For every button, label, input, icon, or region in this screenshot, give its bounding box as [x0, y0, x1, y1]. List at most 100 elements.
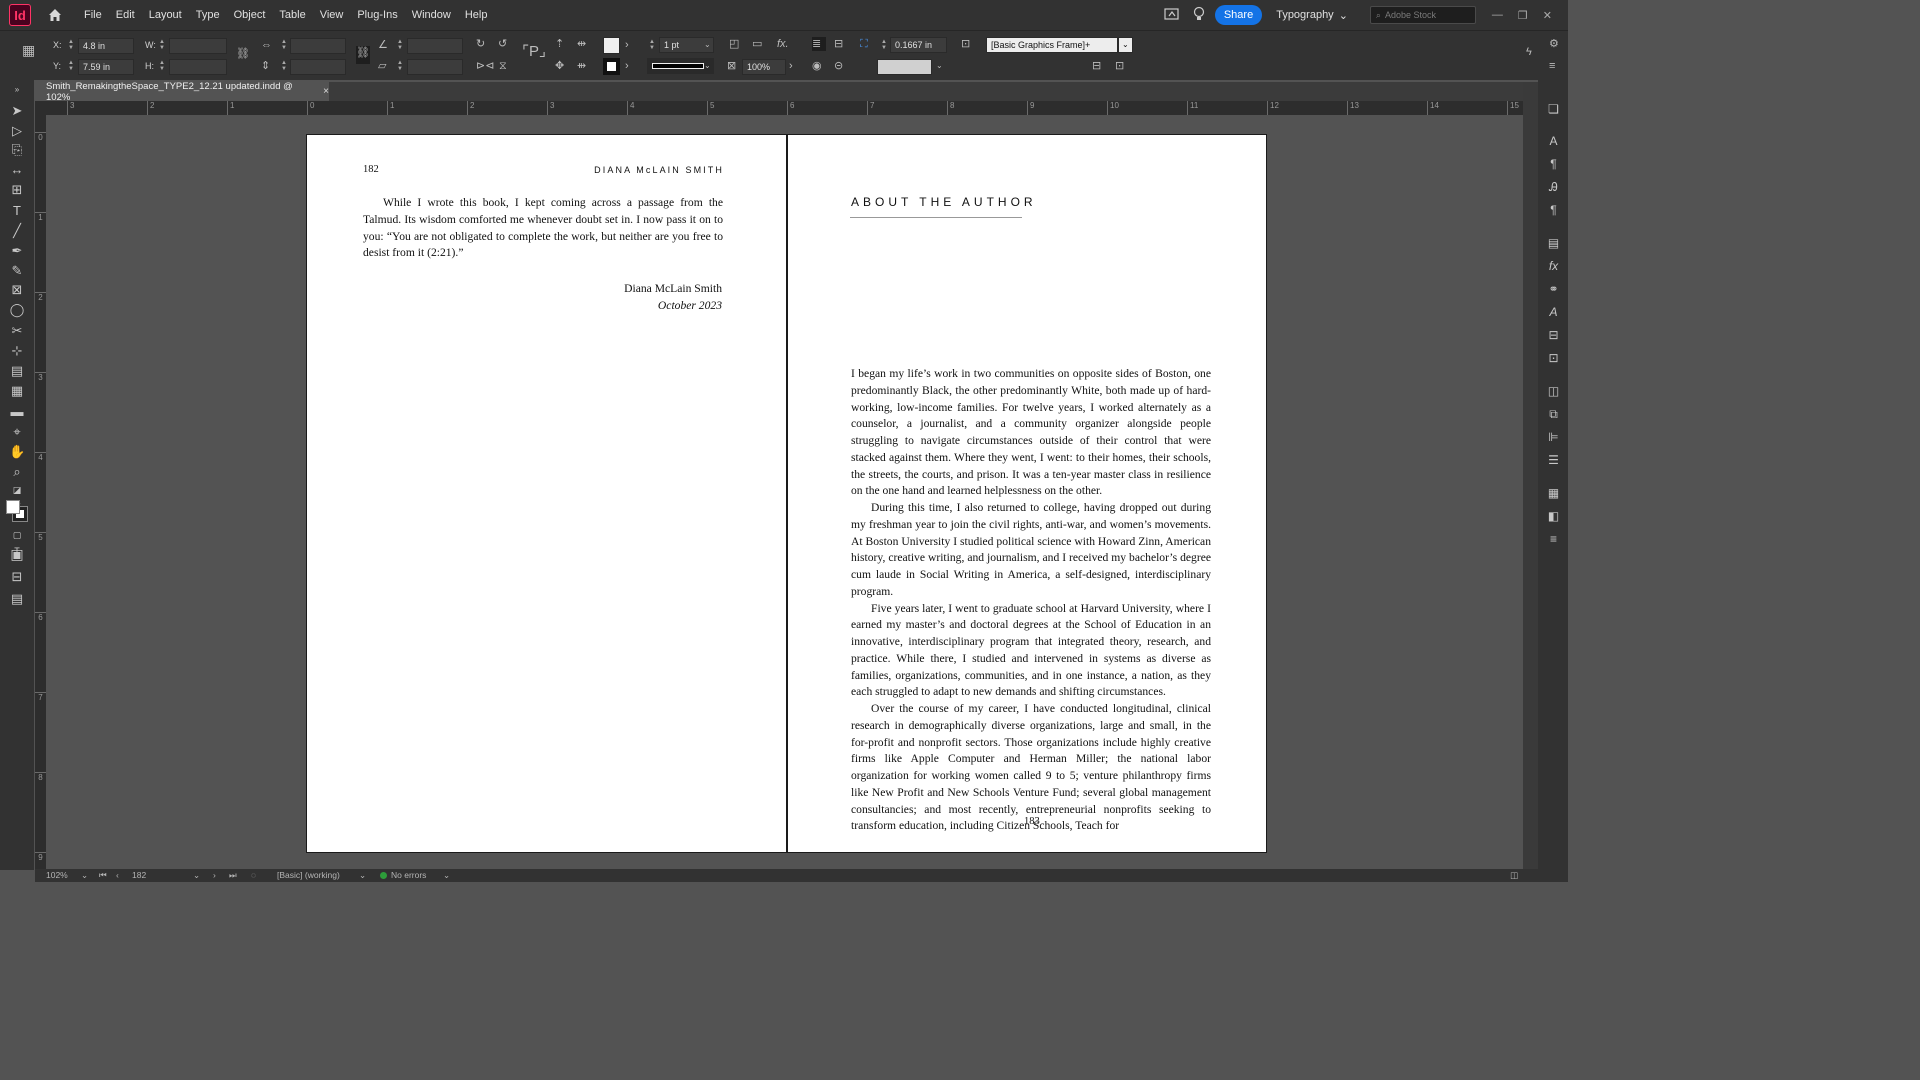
drop-shadow-icon[interactable]: ◰ — [729, 37, 739, 51]
paragraph-styles-icon[interactable]: ¶ — [1546, 203, 1561, 218]
scissors-tool-icon[interactable]: ✂ — [9, 323, 25, 339]
constrain-proportions-icon[interactable]: ⛓ — [236, 47, 250, 61]
menu-help[interactable]: Help — [458, 9, 495, 21]
epigraph-paragraph[interactable]: While I wrote this book, I kept coming a… — [363, 195, 723, 262]
select-container-icon[interactable]: ⇡ — [555, 37, 564, 51]
preflight-profile[interactable]: [Basic] (working) — [277, 870, 340, 880]
links-panel-icon[interactable]: ⊡ — [1546, 351, 1561, 366]
glyphs-icon[interactable]: A — [1546, 305, 1561, 320]
opacity-field[interactable]: 100% — [742, 59, 786, 75]
rotation-field[interactable] — [407, 38, 463, 54]
free-transform-tool-icon[interactable]: ⊹ — [9, 343, 25, 359]
minimize-icon[interactable]: — — [1492, 9, 1503, 22]
gradient-feather-tool-icon[interactable]: ▦ — [9, 383, 25, 399]
content-collector-icon[interactable]: ⊞ — [9, 182, 25, 198]
character-styles-icon[interactable]: Ꭿ — [1546, 180, 1561, 195]
offset-stepper[interactable]: ▲ ▼ — [880, 39, 888, 53]
fill-stroke-proxy[interactable] — [6, 500, 30, 524]
workspace-switcher[interactable]: Typography ⌄ — [1276, 9, 1348, 22]
chevron-down-icon[interactable]: ⌄ — [193, 870, 200, 881]
chevron-down-icon[interactable]: ⌄ — [704, 40, 711, 49]
x-position-field[interactable]: 4.8 in — [78, 38, 134, 54]
settings-gear-icon[interactable]: ⚙ — [1549, 37, 1559, 51]
quick-actions-icon[interactable]: ϟ — [1526, 45, 1532, 59]
pen-tool-icon[interactable]: ✒ — [9, 243, 25, 259]
text-wrap-bbox-icon[interactable]: ⊟ — [834, 37, 843, 51]
last-page-icon[interactable]: ⏭ — [229, 870, 237, 881]
page-182[interactable]: 182 DIANA McLAIN SMITH While I wrote thi… — [306, 134, 787, 853]
share-button[interactable]: Share — [1214, 5, 1263, 25]
pathfinder-icon[interactable]: ⧉ — [1546, 407, 1561, 422]
line-tool-icon[interactable]: ╱ — [9, 223, 25, 239]
chevron-down-icon[interactable]: ⌄ — [1118, 37, 1133, 53]
scale-y-field[interactable] — [290, 59, 346, 75]
menu-type[interactable]: Type — [189, 9, 227, 21]
swatches-icon[interactable]: ⚭ — [1546, 282, 1561, 297]
scale-x-stepper[interactable]: ▲ ▼ — [280, 39, 288, 53]
panel-toggle-icon[interactable]: ◫ — [1510, 870, 1518, 881]
flip-icon[interactable]: ⊳⊲ — [476, 59, 494, 73]
direct-selection-tool-icon[interactable]: ▷ — [9, 123, 25, 139]
view-mode-icon[interactable]: ▤ — [9, 591, 25, 607]
chevron-down-icon[interactable]: ⌄ — [936, 61, 943, 70]
gradient-panel-icon[interactable]: ◧ — [1546, 509, 1561, 524]
rectangle-frame-tool-icon[interactable]: ⊠ — [9, 282, 25, 298]
formatting-container-icon[interactable]: ▢ T — [9, 527, 25, 556]
collapse-panel-icon[interactable]: » — [9, 82, 25, 98]
page-tool-icon[interactable]: ⎘ — [9, 142, 25, 158]
select-content-icon[interactable]: ⌜P⌟ — [522, 44, 546, 59]
frame-fitting-icon[interactable]: ▭ — [752, 37, 762, 51]
style-options-icon[interactable]: ⊡ — [1115, 59, 1124, 73]
pages-panel-icon[interactable]: ❏ — [1546, 102, 1561, 117]
shear-field[interactable] — [407, 59, 463, 75]
x-stepper[interactable]: ▲ ▼ — [67, 39, 75, 53]
selection-tool-icon[interactable]: ➤ — [9, 103, 25, 119]
rotate-stepper[interactable]: ▲ ▼ — [396, 39, 404, 53]
panel-menu-icon[interactable]: ≡ — [1549, 59, 1555, 73]
home-icon[interactable] — [45, 5, 65, 25]
effects-icon[interactable]: fx. — [777, 37, 789, 51]
scale-y-stepper[interactable]: ▲ ▼ — [280, 60, 288, 74]
link-scale-icon[interactable]: ⛓ — [356, 46, 370, 64]
rotate-cw-icon[interactable]: ↻ — [476, 37, 485, 51]
text-frame-options-icon[interactable]: ▤ — [1546, 236, 1561, 251]
w-stepper[interactable]: ▲ ▼ — [158, 39, 166, 53]
text-wrap-jump-icon[interactable]: ⊝ — [834, 59, 843, 73]
apply-color-icon[interactable]: ▣ — [9, 546, 25, 562]
text-wrap-shape-icon[interactable]: ◉ — [812, 59, 822, 73]
default-colors-icon[interactable]: ◪ ↺ — [9, 482, 25, 511]
horizontal-ruler[interactable]: 3 2 1 0 1 2 3 4 5 6 7 8 9 10 11 12 13 14… — [46, 101, 1523, 115]
corner-shape-dropdown[interactable] — [877, 59, 932, 75]
chevron-down-icon[interactable]: ⌄ — [81, 870, 88, 881]
stroke-swatch[interactable] — [603, 58, 620, 75]
menu-layout[interactable]: Layout — [142, 9, 189, 21]
menu-file[interactable]: File — [77, 9, 109, 21]
y-stepper[interactable]: ▲ ▼ — [67, 60, 75, 74]
open-document-icon[interactable]: ◌ — [251, 870, 256, 880]
gradient-swatch-tool-icon[interactable]: ▤ — [9, 363, 25, 379]
adobe-stock-search[interactable]: ⌕ Adobe Stock — [1369, 6, 1476, 24]
height-field[interactable] — [169, 59, 227, 75]
shear-stepper[interactable]: ▲ ▼ — [396, 60, 404, 74]
menu-table[interactable]: Table — [272, 9, 312, 21]
chevron-down-icon[interactable]: ⌄ — [704, 61, 711, 70]
chapter-heading[interactable]: ABOUT THE AUTHOR — [851, 195, 1037, 209]
scale-x-field[interactable] — [290, 38, 346, 54]
layers-icon[interactable]: ◫ — [1546, 384, 1561, 399]
note-tool-icon[interactable]: ▬ — [9, 404, 25, 420]
publish-online-icon[interactable] — [1164, 7, 1179, 24]
menu-edit[interactable]: Edit — [109, 9, 142, 21]
stroke-arrow-icon[interactable]: › — [625, 59, 629, 73]
ellipse-tool-icon[interactable]: ◯ — [9, 302, 25, 318]
opacity-arrow-icon[interactable]: › — [789, 59, 793, 73]
vertical-scrollbar[interactable] — [1523, 82, 1538, 870]
screen-mode-icon[interactable]: ⊟ — [9, 569, 25, 585]
hand-tool-icon[interactable]: ✋ — [9, 444, 25, 460]
first-page-icon[interactable]: ⏮ — [99, 870, 107, 881]
object-style-dropdown[interactable]: [Basic Graphics Frame]+ — [986, 37, 1118, 53]
signature-block[interactable]: Diana McLain Smith October 2023 — [624, 281, 722, 315]
color-panel-icon[interactable]: ▦ — [1546, 486, 1561, 501]
paragraph-panel-icon[interactable]: ¶ — [1546, 157, 1561, 172]
chevron-down-icon[interactable]: ⌄ — [443, 870, 450, 881]
page-number-field[interactable]: 182 — [132, 870, 146, 880]
